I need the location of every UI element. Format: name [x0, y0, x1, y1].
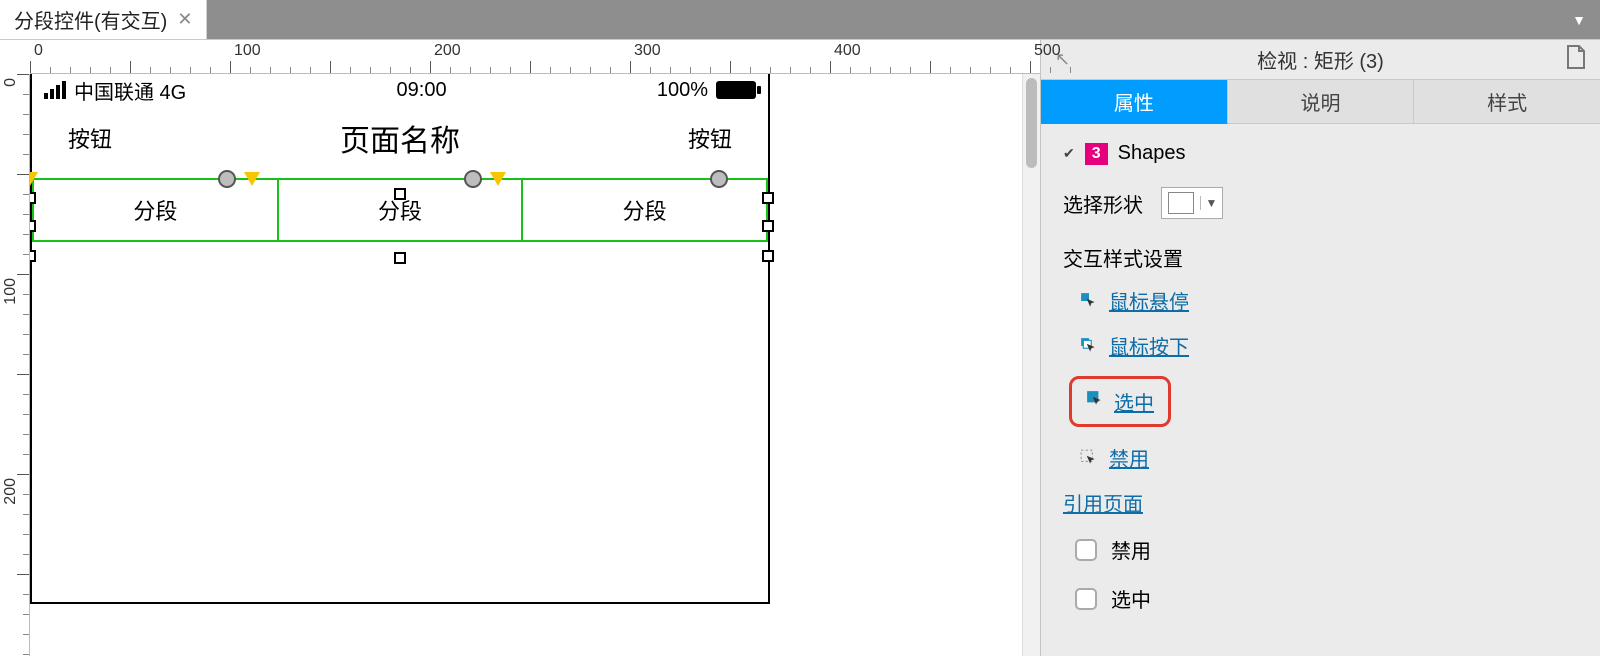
selection-handle[interactable]: [762, 192, 774, 204]
guide-marker-icon[interactable]: [244, 172, 260, 186]
style-selected-highlight[interactable]: 选中: [1069, 376, 1171, 427]
style-disabled-link[interactable]: 禁用: [1109, 443, 1149, 472]
document-tabbar: 分段控件(有交互) ✕ ▼: [0, 0, 1600, 40]
disabled-checkbox-label: 禁用: [1111, 535, 1151, 564]
document-tab-title: 分段控件(有交互): [14, 5, 167, 34]
clock-label: 09:00: [397, 79, 447, 102]
ruler-vertical[interactable]: 0100200: [0, 74, 30, 656]
interaction-styles-heading: 交互样式设置: [1063, 243, 1578, 272]
select-shape-row: 选择形状 ▼: [1063, 187, 1578, 219]
device-statusbar: 中国联通 4G 09:00 100%: [32, 74, 768, 106]
carrier-label: 中国联通 4G: [74, 76, 186, 105]
selection-handle[interactable]: [30, 220, 36, 232]
style-hover-link[interactable]: 鼠标悬停: [1109, 286, 1189, 315]
nav-title[interactable]: 页面名称: [340, 116, 460, 160]
tabbar-overflow[interactable]: ▼: [207, 0, 1600, 39]
style-selected-link[interactable]: 选中: [1114, 387, 1154, 416]
design-canvas[interactable]: 中国联通 4G 09:00 100% 按钮 页面名称 按钮: [30, 74, 1040, 656]
selection-handle[interactable]: [30, 192, 36, 204]
tab-properties[interactable]: 属性: [1041, 80, 1228, 124]
connector-point-icon[interactable]: [218, 170, 236, 188]
design-canvas-area: 0100200300400500 0100200 中国联通 4G 09:00 1: [0, 40, 1040, 656]
guide-marker-icon[interactable]: [490, 172, 506, 186]
selection-handle[interactable]: [762, 220, 774, 232]
guide-marker-icon[interactable]: [30, 172, 38, 186]
selected-checkbox-label: 选中: [1111, 584, 1151, 613]
scrollbar-thumb[interactable]: [1026, 78, 1037, 168]
style-mousedown-link[interactable]: 鼠标按下: [1109, 331, 1189, 360]
style-mousedown-row[interactable]: 鼠标按下: [1079, 331, 1578, 360]
selected-checkbox-row[interactable]: 选中: [1075, 584, 1578, 613]
style-disabled-row[interactable]: 禁用: [1079, 443, 1578, 472]
shapes-count-badge: 3: [1085, 143, 1108, 165]
nav-right-button[interactable]: 按钮: [688, 122, 732, 154]
canvas-vertical-scrollbar[interactable]: [1022, 74, 1040, 656]
nav-left-button[interactable]: 按钮: [68, 122, 112, 154]
inspector-title: 检视 : 矩形 (3): [1257, 45, 1384, 74]
cursor-icon: [1079, 336, 1099, 356]
chevron-down-icon: ▼: [1200, 196, 1222, 210]
reference-page-link[interactable]: 引用页面: [1063, 488, 1578, 517]
inspector-header: ↖ 检视 : 矩形 (3): [1041, 40, 1600, 80]
inspector-body: ✔ 3 Shapes 选择形状 ▼ 交互样式设置 鼠标悬停: [1041, 124, 1600, 656]
chevron-down-icon: ✔: [1063, 145, 1075, 162]
checkbox[interactable]: [1075, 588, 1097, 610]
segment-1[interactable]: 分段: [34, 180, 279, 240]
cursor-icon: [1079, 448, 1099, 468]
segment-3[interactable]: 分段: [523, 180, 766, 240]
battery-percent: 100%: [657, 79, 708, 102]
tab-style[interactable]: 样式: [1414, 80, 1600, 124]
tab-notes[interactable]: 说明: [1228, 80, 1415, 124]
style-hover-row[interactable]: 鼠标悬停: [1079, 286, 1578, 315]
battery-icon: [716, 81, 756, 99]
shapes-label: Shapes: [1118, 142, 1186, 165]
selection-handle[interactable]: [762, 250, 774, 262]
device-navbar: 按钮 页面名称 按钮: [32, 106, 768, 178]
disabled-checkbox-row[interactable]: 禁用: [1075, 535, 1578, 564]
shape-swatch: [1168, 192, 1194, 214]
cursor-icon: [1086, 390, 1104, 413]
signal-icon: [44, 81, 66, 99]
connector-point-icon[interactable]: [710, 170, 728, 188]
device-frame[interactable]: 中国联通 4G 09:00 100% 按钮 页面名称 按钮: [30, 74, 770, 604]
select-shape-label: 选择形状: [1063, 189, 1143, 218]
document-tab-active[interactable]: 分段控件(有交互) ✕: [0, 0, 207, 39]
selection-handle[interactable]: [30, 250, 36, 262]
chevron-down-icon: ▼: [1572, 12, 1586, 28]
selection-handle[interactable]: [394, 252, 406, 264]
cursor-icon: [1079, 291, 1099, 311]
shapes-summary-row[interactable]: ✔ 3 Shapes: [1063, 142, 1578, 165]
close-tab-icon[interactable]: ✕: [177, 9, 192, 30]
inspector-panel: ↖ 检视 : 矩形 (3) 属性 说明 样式 ✔ 3 Shapes 选择形状: [1040, 40, 1600, 656]
ruler-horizontal[interactable]: 0100200300400500: [30, 40, 1040, 74]
checkbox[interactable]: [1075, 539, 1097, 561]
connector-point-icon[interactable]: [464, 170, 482, 188]
document-icon[interactable]: [1566, 45, 1586, 75]
shape-dropdown[interactable]: ▼: [1161, 187, 1223, 219]
popout-icon[interactable]: ↖: [1055, 49, 1070, 70]
selection-handle[interactable]: [394, 188, 406, 200]
inspector-tabs: 属性 说明 样式: [1041, 80, 1600, 124]
